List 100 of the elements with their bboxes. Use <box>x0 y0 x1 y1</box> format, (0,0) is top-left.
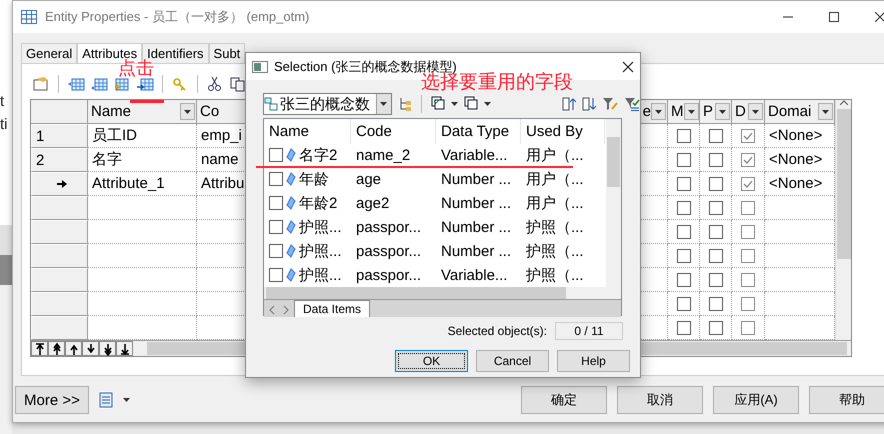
move-down-icon[interactable] <box>82 341 99 356</box>
dropdown-icon[interactable] <box>684 103 698 120</box>
sort-up-icon[interactable] <box>562 96 576 112</box>
checkbox[interactable] <box>708 176 722 190</box>
checkbox[interactable] <box>269 172 283 186</box>
maximize-icon[interactable] <box>829 12 839 22</box>
insert-row-icon[interactable] <box>67 76 85 92</box>
close-icon[interactable] <box>875 12 884 22</box>
checkbox[interactable] <box>708 200 722 214</box>
column-header[interactable]: Domai <box>765 100 835 124</box>
model-dropdown[interactable]: 张三的概念数 <box>263 93 392 115</box>
checkbox[interactable] <box>269 220 283 234</box>
checkbox[interactable] <box>741 248 755 262</box>
move-up-icon[interactable] <box>65 341 82 356</box>
dropdown-icon[interactable] <box>748 103 763 120</box>
page-down-icon[interactable] <box>99 341 116 356</box>
column-header[interactable]: Data Type <box>436 119 521 144</box>
column-header[interactable]: D <box>732 100 765 124</box>
checkbox[interactable] <box>708 296 722 310</box>
tab[interactable]: General <box>21 43 78 63</box>
vertical-scrollbar[interactable] <box>835 100 851 340</box>
dropdown-icon[interactable] <box>715 103 730 120</box>
data-item-icon <box>286 268 296 282</box>
column-header[interactable]: Name <box>88 100 197 124</box>
checkbox[interactable] <box>676 152 690 166</box>
checkbox[interactable] <box>676 200 690 214</box>
checkbox[interactable] <box>708 272 722 286</box>
tree-icon[interactable] <box>398 96 412 112</box>
checkbox[interactable] <box>676 176 690 190</box>
checkbox[interactable] <box>741 128 755 142</box>
add-attributes-icon[interactable] <box>113 76 131 92</box>
copy-icon[interactable] <box>229 76 247 92</box>
row-header[interactable] <box>31 172 88 196</box>
checkbox[interactable] <box>741 272 755 286</box>
checkbox[interactable] <box>741 200 755 214</box>
item-name: 护照... <box>299 218 342 236</box>
checkbox[interactable] <box>676 248 690 262</box>
dropdown-icon[interactable] <box>818 103 833 120</box>
sort-down-icon[interactable] <box>582 96 596 112</box>
deselect-all-icon[interactable] <box>464 96 478 112</box>
scroll-up-icon[interactable] <box>840 100 848 105</box>
filter-icon[interactable] <box>602 96 618 112</box>
close-icon[interactable] <box>622 60 634 72</box>
dialog-button[interactable]: 帮助 <box>809 386 884 414</box>
checkbox[interactable] <box>708 128 722 142</box>
checkbox[interactable] <box>676 272 690 286</box>
item-name: 护照... <box>299 242 342 260</box>
table-cell-text: passpor... <box>355 242 422 262</box>
checkbox[interactable] <box>708 320 722 334</box>
row-header[interactable]: 1 <box>31 124 88 148</box>
dropdown-icon[interactable] <box>651 103 666 120</box>
printer-icon[interactable] <box>98 392 113 408</box>
checkbox[interactable] <box>708 152 722 166</box>
dialog-button[interactable]: OK <box>395 350 468 372</box>
table-cell-text: age2 <box>355 194 390 214</box>
dialog-button[interactable]: 取消 <box>617 386 703 414</box>
column-header[interactable]: M <box>668 100 700 124</box>
selected-count: 0 / 11 <box>555 322 623 340</box>
checkbox[interactable] <box>269 268 283 282</box>
checkbox[interactable] <box>269 244 283 258</box>
vertical-scrollbar[interactable] <box>606 119 621 287</box>
column-header[interactable]: Used By <box>521 119 605 144</box>
reuse-attributes-icon[interactable] <box>136 76 154 92</box>
dialog-button[interactable]: 确定 <box>521 386 607 414</box>
properties-icon[interactable] <box>32 76 50 92</box>
checkbox[interactable] <box>269 148 283 162</box>
checkbox[interactable] <box>741 152 755 166</box>
add-row-icon[interactable] <box>90 76 108 92</box>
column-header[interactable]: P <box>700 100 732 124</box>
page-up-icon[interactable] <box>48 341 65 356</box>
row-header[interactable]: 2 <box>31 148 88 172</box>
checkbox[interactable] <box>741 296 755 310</box>
checkbox[interactable] <box>676 224 690 238</box>
select-all-icon[interactable] <box>430 96 445 112</box>
more-button[interactable]: More >> <box>15 386 89 414</box>
column-header[interactable]: Name <box>264 119 351 144</box>
filter-check-icon[interactable] <box>624 96 640 112</box>
checkbox[interactable] <box>676 320 690 334</box>
checkbox[interactable] <box>708 248 722 262</box>
caret-icon <box>380 102 388 106</box>
annotation-text: 选择要重用的字段 <box>421 73 573 92</box>
move-top-icon[interactable] <box>31 341 48 356</box>
table-cell-text: Number ... <box>440 194 512 214</box>
checkbox[interactable] <box>269 196 283 210</box>
checkbox[interactable] <box>676 128 690 142</box>
dropdown-icon[interactable] <box>180 103 195 120</box>
dialog-button[interactable]: 应用(A) <box>713 386 799 414</box>
cut-icon[interactable] <box>206 76 224 92</box>
checkbox[interactable] <box>676 296 690 310</box>
checkbox[interactable] <box>741 320 755 334</box>
checkbox[interactable] <box>741 176 755 190</box>
horizontal-scrollbar[interactable] <box>264 287 621 299</box>
checkbox[interactable] <box>741 224 755 238</box>
checkbox[interactable] <box>708 224 722 238</box>
tab[interactable]: Data Items <box>294 300 370 317</box>
move-bottom-icon[interactable] <box>116 341 133 356</box>
dialog-button[interactable]: Help <box>557 350 630 372</box>
dialog-button[interactable]: Cancel <box>476 350 549 372</box>
column-header[interactable]: Code <box>351 119 436 144</box>
tab[interactable]: Subt <box>208 43 246 63</box>
